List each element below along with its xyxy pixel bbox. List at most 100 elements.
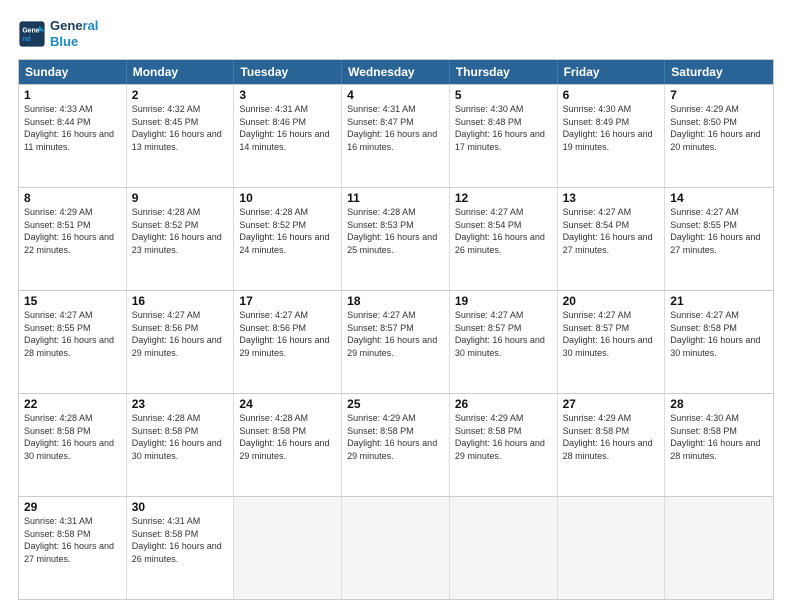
daylight-text: Daylight: 16 hours and 30 minutes.: [563, 334, 660, 359]
calendar-body: 1 Sunrise: 4:33 AM Sunset: 8:44 PM Dayli…: [19, 84, 773, 599]
day-cell-27: 27 Sunrise: 4:29 AM Sunset: 8:58 PM Dayl…: [558, 394, 666, 496]
sunrise-text: Sunrise: 4:27 AM: [455, 206, 552, 219]
sunrise-text: Sunrise: 4:30 AM: [563, 103, 660, 116]
day-cell-8: 8 Sunrise: 4:29 AM Sunset: 8:51 PM Dayli…: [19, 188, 127, 290]
sunset-text: Sunset: 8:58 PM: [670, 425, 768, 438]
day-cell-30: 30 Sunrise: 4:31 AM Sunset: 8:58 PM Dayl…: [127, 497, 235, 599]
header-day-saturday: Saturday: [665, 60, 773, 84]
calendar: SundayMondayTuesdayWednesdayThursdayFrid…: [18, 59, 774, 600]
daylight-text: Daylight: 16 hours and 23 minutes.: [132, 231, 229, 256]
empty-cell: [342, 497, 450, 599]
sunset-text: Sunset: 8:48 PM: [455, 116, 552, 129]
daylight-text: Daylight: 16 hours and 24 minutes.: [239, 231, 336, 256]
day-cell-28: 28 Sunrise: 4:30 AM Sunset: 8:58 PM Dayl…: [665, 394, 773, 496]
daylight-text: Daylight: 16 hours and 29 minutes.: [455, 437, 552, 462]
day-cell-6: 6 Sunrise: 4:30 AM Sunset: 8:49 PM Dayli…: [558, 85, 666, 187]
day-number: 11: [347, 191, 444, 205]
sunset-text: Sunset: 8:54 PM: [563, 219, 660, 232]
sunrise-text: Sunrise: 4:27 AM: [239, 309, 336, 322]
sunset-text: Sunset: 8:44 PM: [24, 116, 121, 129]
day-number: 29: [24, 500, 121, 514]
header-day-friday: Friday: [558, 60, 666, 84]
day-number: 1: [24, 88, 121, 102]
day-number: 6: [563, 88, 660, 102]
sunset-text: Sunset: 8:53 PM: [347, 219, 444, 232]
day-number: 8: [24, 191, 121, 205]
sunrise-text: Sunrise: 4:27 AM: [24, 309, 121, 322]
sunset-text: Sunset: 8:58 PM: [239, 425, 336, 438]
day-number: 7: [670, 88, 768, 102]
daylight-text: Daylight: 16 hours and 30 minutes.: [24, 437, 121, 462]
day-cell-10: 10 Sunrise: 4:28 AM Sunset: 8:52 PM Dayl…: [234, 188, 342, 290]
daylight-text: Daylight: 16 hours and 22 minutes.: [24, 231, 121, 256]
day-number: 21: [670, 294, 768, 308]
day-number: 20: [563, 294, 660, 308]
daylight-text: Daylight: 16 hours and 11 minutes.: [24, 128, 121, 153]
calendar-header: SundayMondayTuesdayWednesdayThursdayFrid…: [19, 60, 773, 84]
sunrise-text: Sunrise: 4:27 AM: [455, 309, 552, 322]
daylight-text: Daylight: 16 hours and 30 minutes.: [455, 334, 552, 359]
daylight-text: Daylight: 16 hours and 28 minutes.: [24, 334, 121, 359]
sunrise-text: Sunrise: 4:31 AM: [239, 103, 336, 116]
day-cell-23: 23 Sunrise: 4:28 AM Sunset: 8:58 PM Dayl…: [127, 394, 235, 496]
day-cell-13: 13 Sunrise: 4:27 AM Sunset: 8:54 PM Dayl…: [558, 188, 666, 290]
day-number: 27: [563, 397, 660, 411]
logo-text: General Blue: [50, 18, 98, 49]
sunrise-text: Sunrise: 4:28 AM: [132, 412, 229, 425]
sunset-text: Sunset: 8:58 PM: [347, 425, 444, 438]
sunrise-text: Sunrise: 4:28 AM: [239, 412, 336, 425]
day-cell-5: 5 Sunrise: 4:30 AM Sunset: 8:48 PM Dayli…: [450, 85, 558, 187]
daylight-text: Daylight: 16 hours and 27 minutes.: [24, 540, 121, 565]
day-cell-9: 9 Sunrise: 4:28 AM Sunset: 8:52 PM Dayli…: [127, 188, 235, 290]
sunrise-text: Sunrise: 4:33 AM: [24, 103, 121, 116]
calendar-row-5: 29 Sunrise: 4:31 AM Sunset: 8:58 PM Dayl…: [19, 496, 773, 599]
day-number: 13: [563, 191, 660, 205]
sunrise-text: Sunrise: 4:30 AM: [670, 412, 768, 425]
daylight-text: Daylight: 16 hours and 14 minutes.: [239, 128, 336, 153]
day-number: 24: [239, 397, 336, 411]
sunset-text: Sunset: 8:54 PM: [455, 219, 552, 232]
day-cell-25: 25 Sunrise: 4:29 AM Sunset: 8:58 PM Dayl…: [342, 394, 450, 496]
daylight-text: Daylight: 16 hours and 26 minutes.: [132, 540, 229, 565]
sunset-text: Sunset: 8:55 PM: [24, 322, 121, 335]
sunrise-text: Sunrise: 4:28 AM: [24, 412, 121, 425]
sunrise-text: Sunrise: 4:30 AM: [455, 103, 552, 116]
day-cell-4: 4 Sunrise: 4:31 AM Sunset: 8:47 PM Dayli…: [342, 85, 450, 187]
day-cell-1: 1 Sunrise: 4:33 AM Sunset: 8:44 PM Dayli…: [19, 85, 127, 187]
sunset-text: Sunset: 8:47 PM: [347, 116, 444, 129]
sunset-text: Sunset: 8:57 PM: [563, 322, 660, 335]
sunset-text: Sunset: 8:57 PM: [347, 322, 444, 335]
logo-icon: Gene ral: [18, 20, 46, 48]
sunset-text: Sunset: 8:50 PM: [670, 116, 768, 129]
day-number: 2: [132, 88, 229, 102]
day-number: 15: [24, 294, 121, 308]
sunrise-text: Sunrise: 4:31 AM: [132, 515, 229, 528]
calendar-row-1: 1 Sunrise: 4:33 AM Sunset: 8:44 PM Dayli…: [19, 84, 773, 187]
sunrise-text: Sunrise: 4:27 AM: [132, 309, 229, 322]
empty-cell: [558, 497, 666, 599]
day-cell-22: 22 Sunrise: 4:28 AM Sunset: 8:58 PM Dayl…: [19, 394, 127, 496]
day-cell-3: 3 Sunrise: 4:31 AM Sunset: 8:46 PM Dayli…: [234, 85, 342, 187]
sunrise-text: Sunrise: 4:27 AM: [563, 206, 660, 219]
day-number: 19: [455, 294, 552, 308]
daylight-text: Daylight: 16 hours and 16 minutes.: [347, 128, 444, 153]
header-day-sunday: Sunday: [19, 60, 127, 84]
day-number: 28: [670, 397, 768, 411]
day-cell-17: 17 Sunrise: 4:27 AM Sunset: 8:56 PM Dayl…: [234, 291, 342, 393]
sunset-text: Sunset: 8:58 PM: [670, 322, 768, 335]
empty-cell: [234, 497, 342, 599]
daylight-text: Daylight: 16 hours and 28 minutes.: [670, 437, 768, 462]
sunrise-text: Sunrise: 4:27 AM: [670, 206, 768, 219]
sunset-text: Sunset: 8:58 PM: [455, 425, 552, 438]
sunrise-text: Sunrise: 4:27 AM: [563, 309, 660, 322]
daylight-text: Daylight: 16 hours and 28 minutes.: [563, 437, 660, 462]
day-cell-11: 11 Sunrise: 4:28 AM Sunset: 8:53 PM Dayl…: [342, 188, 450, 290]
day-cell-20: 20 Sunrise: 4:27 AM Sunset: 8:57 PM Dayl…: [558, 291, 666, 393]
day-number: 9: [132, 191, 229, 205]
page: Gene ral General Blue SundayMondayTuesda…: [0, 0, 792, 612]
logo: Gene ral General Blue: [18, 18, 98, 49]
sunset-text: Sunset: 8:58 PM: [24, 425, 121, 438]
day-cell-29: 29 Sunrise: 4:31 AM Sunset: 8:58 PM Dayl…: [19, 497, 127, 599]
day-number: 18: [347, 294, 444, 308]
daylight-text: Daylight: 16 hours and 20 minutes.: [670, 128, 768, 153]
